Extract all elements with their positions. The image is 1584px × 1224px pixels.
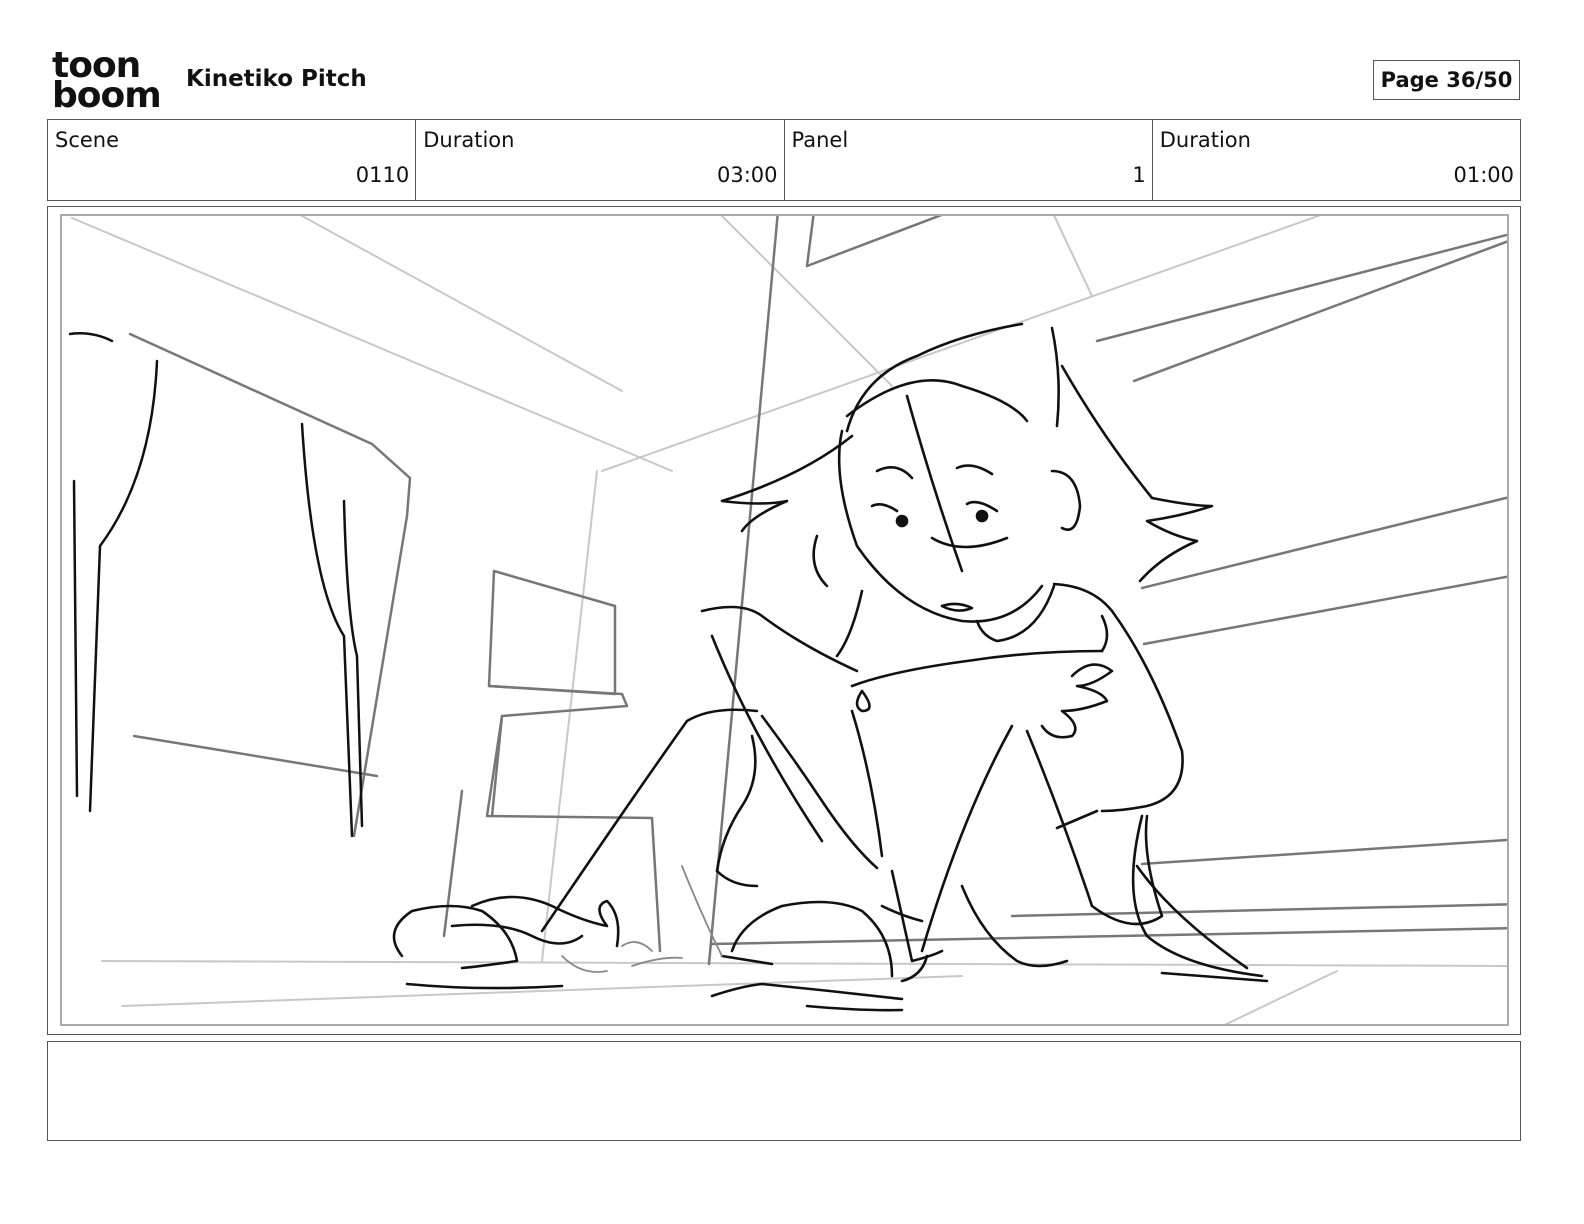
scene-label: Scene: [55, 128, 120, 152]
panel-label: Panel: [791, 128, 849, 152]
panel-info-row: Scene 0110 Duration 03:00 Panel 1 Durati…: [47, 119, 1521, 201]
panel-duration-value: 01:00: [1453, 163, 1514, 187]
project-title: Kinetiko Pitch: [186, 66, 367, 92]
panel-duration-cell: Duration 01:00: [1153, 120, 1520, 200]
storyboard-panel-frame: [47, 206, 1521, 1035]
scene-cell: Scene 0110: [48, 120, 417, 200]
logo-line-2: boom: [52, 75, 162, 116]
toon-boom-logo: toon boom: [52, 48, 164, 116]
scene-value: 0110: [355, 163, 410, 187]
panel-cell: Panel 1: [785, 120, 1153, 200]
storyboard-drawing-area: [60, 214, 1509, 1026]
scene-duration-value: 03:00: [716, 163, 778, 187]
page-indicator: Page 36/50: [1373, 60, 1520, 100]
panel-notes-box: [47, 1041, 1521, 1141]
panel-value: 1: [1132, 163, 1146, 187]
panel-duration-label: Duration: [1159, 128, 1251, 152]
scene-duration-label: Duration: [423, 128, 515, 152]
storyboard-sketch: [68, 216, 1507, 1024]
scene-duration-cell: Duration 03:00: [416, 120, 785, 200]
